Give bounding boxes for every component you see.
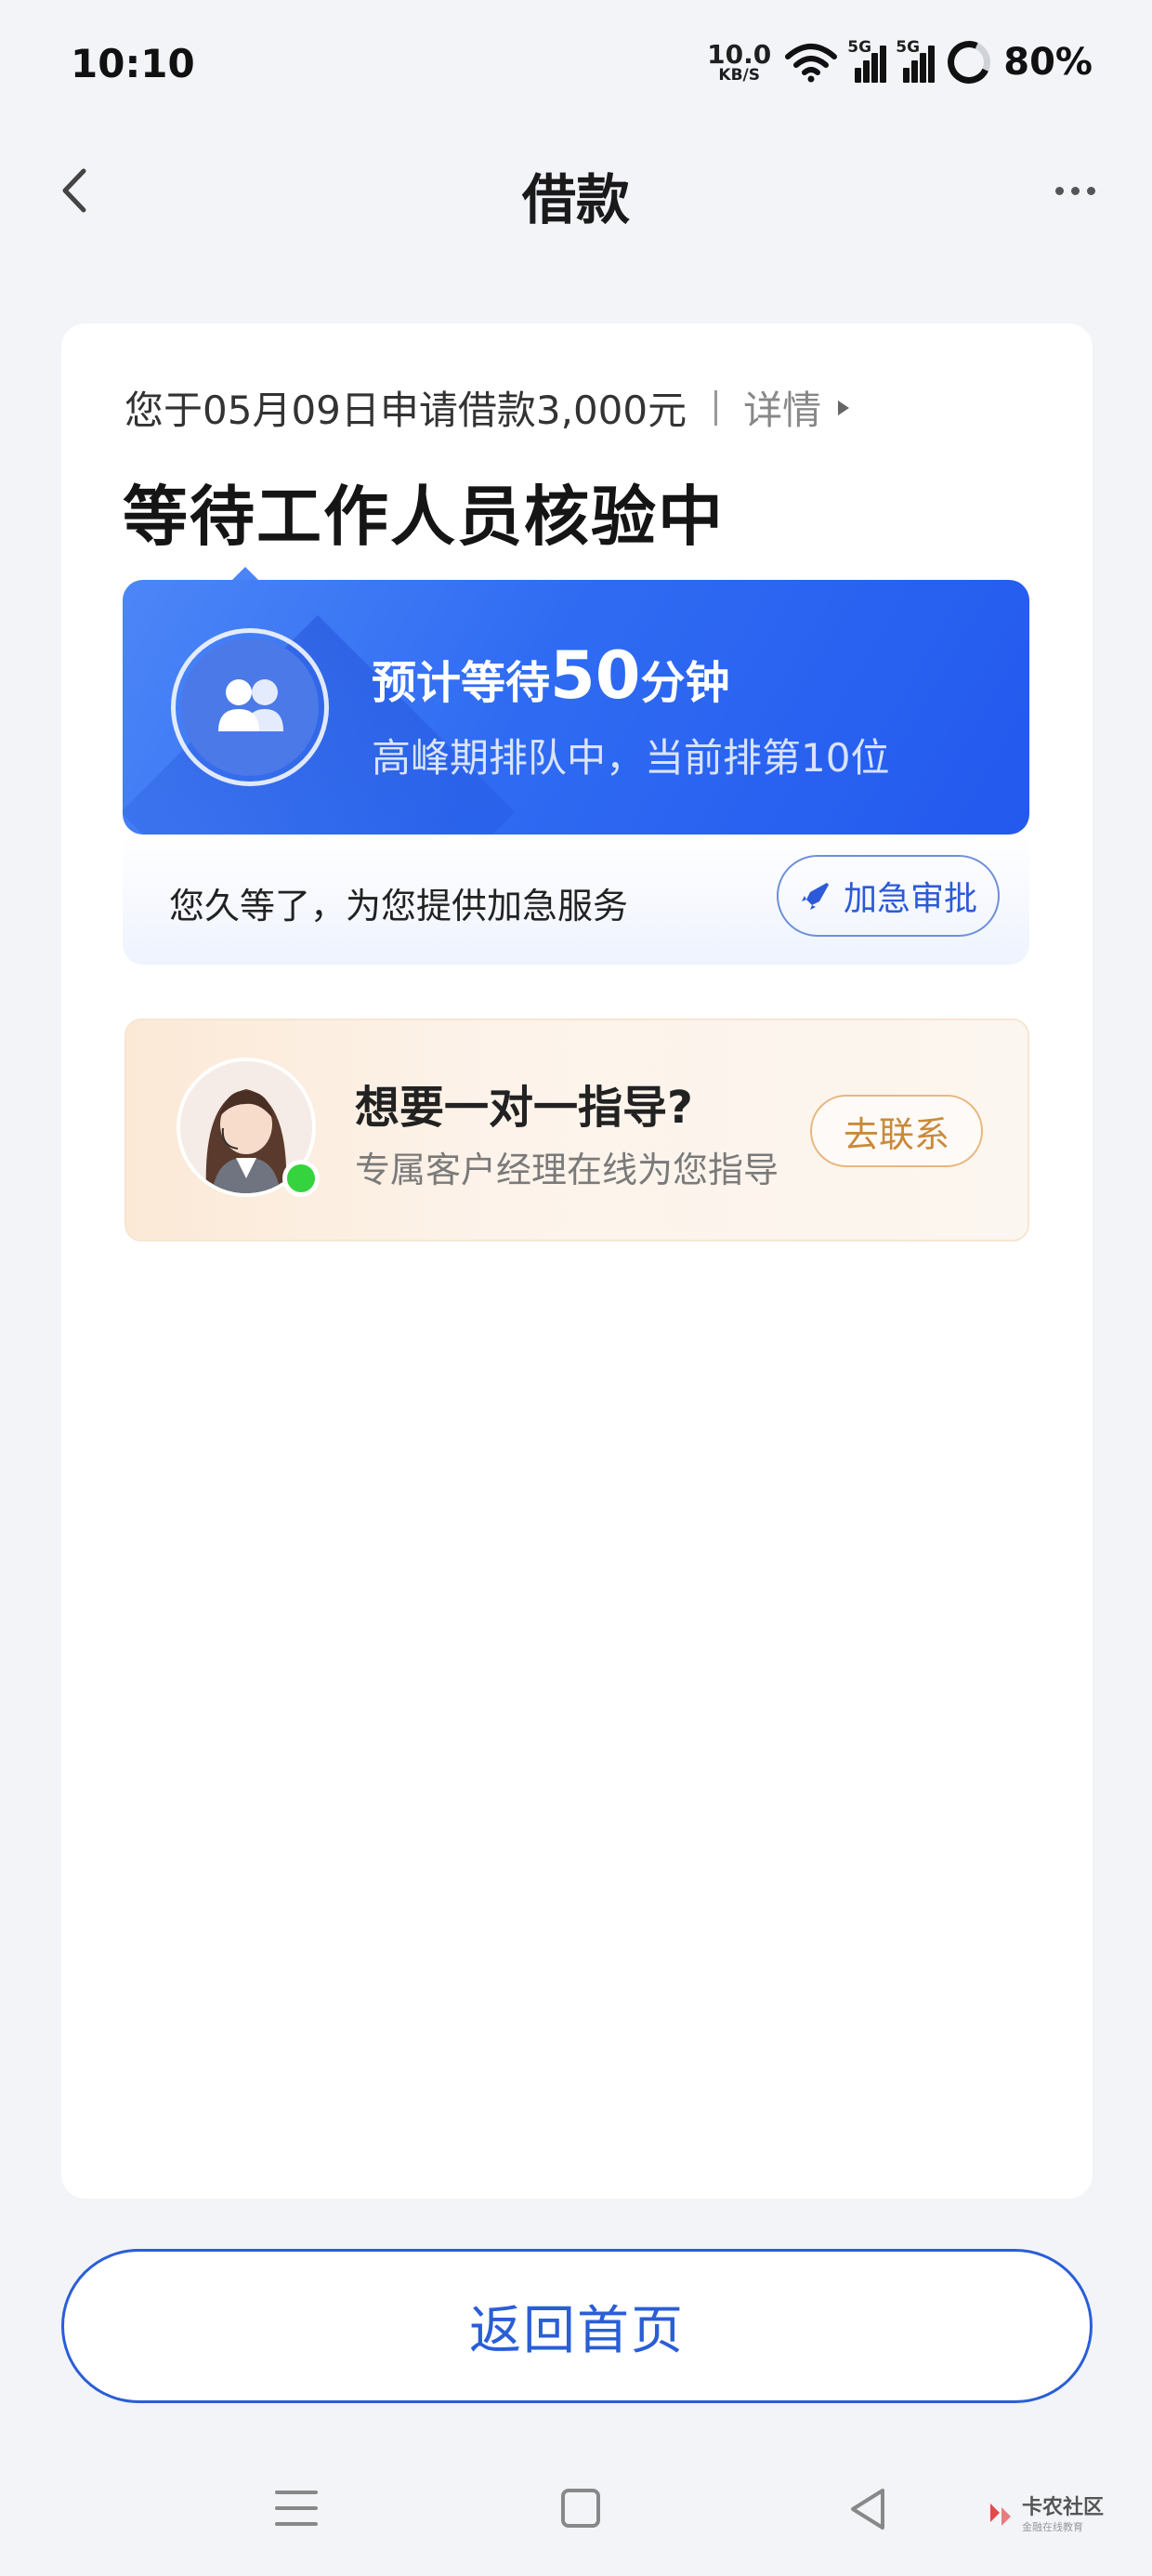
battery-icon: [941, 34, 997, 90]
guide-title: 想要一对一指导?: [355, 1082, 693, 1134]
guide-subtitle: 专属客户经理在线为您指导: [355, 1150, 779, 1190]
queue-position: 高峰期排队中，当前排第10位: [372, 735, 890, 781]
wait-estimate: 预计等待50分钟: [372, 637, 729, 714]
more-dots-icon: [1054, 186, 1064, 195]
online-status-dot: [282, 1160, 320, 1197]
status-title: 等待工作人员核验中: [123, 479, 725, 555]
advisor-guide-card[interactable]: 想要一对一指导? 专属客户经理在线为您指导 去联系: [124, 1019, 1029, 1242]
wait-prefix: 预计等待: [372, 657, 551, 709]
signal-icon-2: 5G: [896, 38, 936, 83]
network-speed-value: 10.0: [707, 38, 772, 70]
wifi-icon: [785, 44, 838, 83]
watermark-logo-icon: [990, 2503, 1011, 2526]
application-summary: 您于05月09日申请借款3,000元: [124, 388, 687, 433]
status-bar: 10:10 10.0 KB/S 5G 5G 80%: [0, 0, 1152, 135]
urgent-service-row: 您久等了，为您提供加急服务 加急审批: [123, 835, 1029, 965]
back-triangle-icon[interactable]: [845, 2485, 892, 2533]
urgent-service-text: 您久等了，为您提供加急服务: [169, 886, 629, 927]
urgent-approval-label: 加急审批: [843, 880, 977, 918]
signal-1-label: 5G: [847, 38, 872, 57]
battery-percent: 80%: [1003, 41, 1093, 84]
contact-button[interactable]: 去联系: [810, 1095, 983, 1167]
more-button[interactable]: [1042, 160, 1107, 221]
detail-link-label: 详情: [743, 388, 822, 433]
watermark-sub: 金融在线教育: [1022, 2521, 1083, 2533]
divider: [714, 389, 718, 426]
triangle-right-icon: [838, 400, 850, 415]
signal-icon-1: 5G: [847, 38, 887, 83]
rocket-icon: [801, 883, 829, 910]
watermark-main: 卡农社区: [1022, 2496, 1105, 2519]
status-icons: 10.0 KB/S 5G 5G 80%: [707, 34, 1093, 90]
network-speed-unit: KB/S: [718, 65, 760, 85]
application-summary-line: 您于05月09日申请借款3,000元 详情: [124, 379, 850, 436]
return-home-button[interactable]: 返回首页: [61, 2249, 1093, 2403]
network-speed: 10.0 KB/S: [707, 38, 772, 85]
wait-estimate-box: 预计等待50分钟 高峰期排队中，当前排第10位: [123, 580, 1029, 835]
urgent-approval-button[interactable]: 加急审批: [777, 855, 1000, 937]
page-title: 借款: [521, 168, 630, 231]
wait-suffix: 分钟: [640, 657, 730, 709]
header: 借款: [0, 139, 1152, 242]
detail-link[interactable]: 详情: [743, 379, 850, 436]
home-square-icon[interactable]: [561, 2489, 600, 2528]
signal-2-label: 5G: [896, 38, 921, 57]
queue-avatar: [171, 628, 329, 786]
watermark: 卡农社区 金融在线教育: [985, 2498, 1104, 2532]
users-icon: [181, 638, 319, 776]
system-nav-bar: [0, 2453, 1152, 2556]
wait-minutes: 50: [550, 637, 641, 714]
menu-icon[interactable]: [275, 2491, 318, 2538]
loan-status-card: 您于05月09日申请借款3,000元 详情 等待工作人员核验中 预计等待50分钟…: [61, 323, 1093, 2199]
status-time: 10:10: [71, 41, 195, 86]
